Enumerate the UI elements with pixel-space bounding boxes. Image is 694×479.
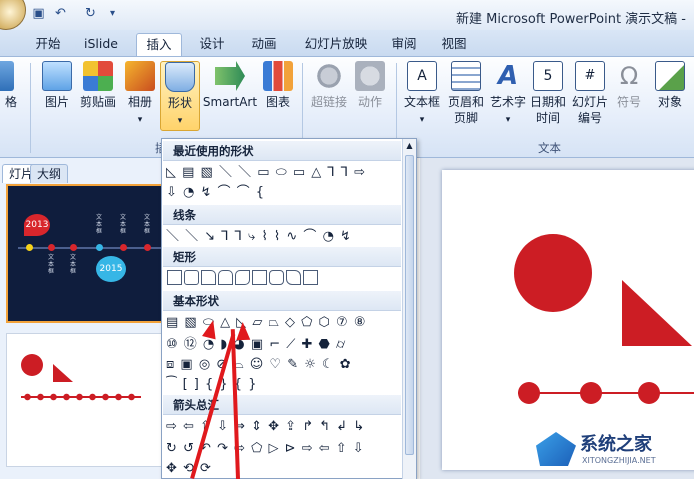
header-footer-icon xyxy=(451,61,481,91)
album-button[interactable]: 相册 ▾ xyxy=(121,61,159,128)
textbox-icon: A xyxy=(407,61,437,91)
hyperlink-button[interactable]: 超链接 xyxy=(308,61,350,110)
window-title: 新建 Microsoft PowerPoint 演示文稿 - xyxy=(456,12,686,27)
symbol-button[interactable]: Ω 符号 xyxy=(612,61,646,110)
album-icon xyxy=(125,61,155,91)
tab-insert[interactable]: 插入 xyxy=(136,33,182,56)
red-arrow-head-2 xyxy=(235,321,251,341)
year-badge-2015: 2015 xyxy=(96,256,126,282)
ribbon-left-cut[interactable]: 格 xyxy=(0,61,22,110)
hyperlink-icon xyxy=(314,61,344,91)
site-watermark: 系统之家 XITONGZHIJIA.NET xyxy=(536,428,694,474)
slide-thumbnail-2[interactable] xyxy=(6,333,163,467)
wordart-icon: A xyxy=(497,61,519,91)
watermark-brand: 系统之家 xyxy=(580,434,652,455)
datetime-button[interactable]: 5 日期和 时间 xyxy=(528,61,568,126)
slide-thumbnail-1[interactable]: 2013 2015 文本框 文本框 文本框 文本框 文本框 xyxy=(6,184,165,323)
action-icon xyxy=(355,61,385,91)
basic-shapes-row-3[interactable]: ⧈ ▣ ◎ ⊘ ⌓ ☺ ♡ ✎ ☼ ☾ ✿ xyxy=(166,355,402,375)
omega-icon: Ω xyxy=(619,62,639,90)
title-bar: ▣ ↶ ↻ ▾ 新建 Microsoft PowerPoint 演示文稿 - xyxy=(0,0,694,30)
header-footer-button[interactable]: 页眉和 页脚 xyxy=(444,61,488,126)
basic-shapes-row-4[interactable]: ⁀ [ ] { } { } xyxy=(166,375,402,395)
wordart-button[interactable]: A 艺术字 ▾ xyxy=(490,61,526,128)
shapes-icon xyxy=(165,62,195,92)
smartart-button[interactable]: SmartArt xyxy=(202,61,258,110)
year-badge-2013: 2013 xyxy=(24,214,50,236)
rectangles-row[interactable] xyxy=(166,269,402,286)
scroll-thumb[interactable] xyxy=(405,155,414,455)
tab-outline[interactable]: 大纲 xyxy=(30,164,69,183)
save-icon[interactable]: ▣ xyxy=(30,6,47,22)
basic-shapes-row-1[interactable]: ▤ ▧ ⬭ △ ◺ ▱ ⏢ ◇ ⬠ ⬡ ⑦ ⑧ xyxy=(166,313,402,333)
tab-animation[interactable]: 动画 xyxy=(242,33,286,56)
basic-shapes-row-2[interactable]: ⑩ ⑫ ◔ ◗ ◕ ▣ ⌐ ⟋ ✚ ⬣ ⌭ xyxy=(166,335,402,355)
qat-more-icon[interactable]: ▾ xyxy=(104,6,121,22)
recent-shapes-row-2[interactable]: ⇩ ◔ ↯ ⌒ ⌒ { xyxy=(166,183,402,203)
object-button[interactable]: 对象 xyxy=(650,61,690,110)
slide-number-button[interactable]: # 幻灯片 编号 xyxy=(570,61,610,126)
section-recent-shapes: 最近使用的形状 xyxy=(163,141,401,161)
scroll-up-icon[interactable]: ▲ xyxy=(405,141,414,151)
picture-icon xyxy=(42,61,72,91)
section-block-arrows: 箭头总汇 xyxy=(163,395,401,415)
section-basic-shapes: 基本形状 xyxy=(163,291,401,311)
tab-review[interactable]: 审阅 xyxy=(384,33,424,56)
calendar-icon: 5 xyxy=(533,61,563,91)
slide-thumbnail-pane: 灯片 大纲 2013 2015 文本框 文本框 文本框 文本框 文本框 xyxy=(0,158,165,479)
clipart-icon xyxy=(83,61,113,91)
office-button[interactable] xyxy=(0,0,26,30)
connector-line[interactable] xyxy=(518,392,694,394)
textbox-button[interactable]: A 文本框 ▾ xyxy=(402,61,442,128)
slide-editor[interactable] xyxy=(442,170,694,470)
section-rectangles: 矩形 xyxy=(163,247,401,267)
tab-islide[interactable]: iSlide xyxy=(78,33,124,56)
recent-shapes-row[interactable]: ◺ ▤ ▧ ＼ ＼ ▭ ⬭ ▭ △ ⅂ ⅂ ⇨ xyxy=(166,163,402,183)
shapes-gallery: 最近使用的形状 ◺ ▤ ▧ ＼ ＼ ▭ ⬭ ▭ △ ⅂ ⅂ ⇨ ⇩ ◔ ↯ ⌒ … xyxy=(161,138,417,479)
tab-slideshow[interactable]: 幻灯片放映 xyxy=(296,33,376,56)
smartart-icon xyxy=(215,61,245,91)
gallery-scrollbar[interactable]: ▲ xyxy=(402,139,416,479)
lines-row[interactable]: ＼ ＼ ↘ ⅂ ⅂ ⤷ ⌇ ⌇ ∿ ⌒ ◔ ↯ xyxy=(166,227,402,247)
slide-number-icon: # xyxy=(575,61,605,91)
triangle-shape[interactable] xyxy=(622,280,692,346)
undo-icon[interactable]: ↶ xyxy=(52,6,69,22)
chart-icon xyxy=(263,61,293,91)
watermark-url: XITONGZHIJIA.NET xyxy=(582,456,656,465)
arrows-row-3[interactable]: ✥ ⟲ ⟳ xyxy=(166,459,402,479)
action-button[interactable]: 动作 xyxy=(352,61,388,110)
house-logo-icon xyxy=(536,432,576,466)
object-icon xyxy=(655,61,685,91)
tab-home[interactable]: 开始 xyxy=(26,33,70,56)
chart-button[interactable]: 图表 xyxy=(260,61,296,110)
arrows-row-1[interactable]: ⇨ ⇦ ⇧ ⇩ ⇔ ⇕ ✥ ⇪ ↱ ↰ ↲ ↳ xyxy=(166,417,402,437)
shapes-button[interactable]: 形状 ▾ xyxy=(160,61,200,131)
section-lines: 线条 xyxy=(163,205,401,225)
tab-design[interactable]: 设计 xyxy=(190,33,234,56)
ribbon-tabs: 开始 iSlide 插入 设计 动画 幻灯片放映 审阅 视图 xyxy=(0,30,694,56)
clipart-button[interactable]: 剪贴画 xyxy=(78,61,118,110)
circle-shape[interactable] xyxy=(514,234,592,312)
picture-button[interactable]: 图片 xyxy=(38,61,76,110)
tab-view[interactable]: 视图 xyxy=(432,33,476,56)
group-text-label: 文本 xyxy=(538,141,561,155)
redo-icon[interactable]: ↻ xyxy=(82,6,99,22)
